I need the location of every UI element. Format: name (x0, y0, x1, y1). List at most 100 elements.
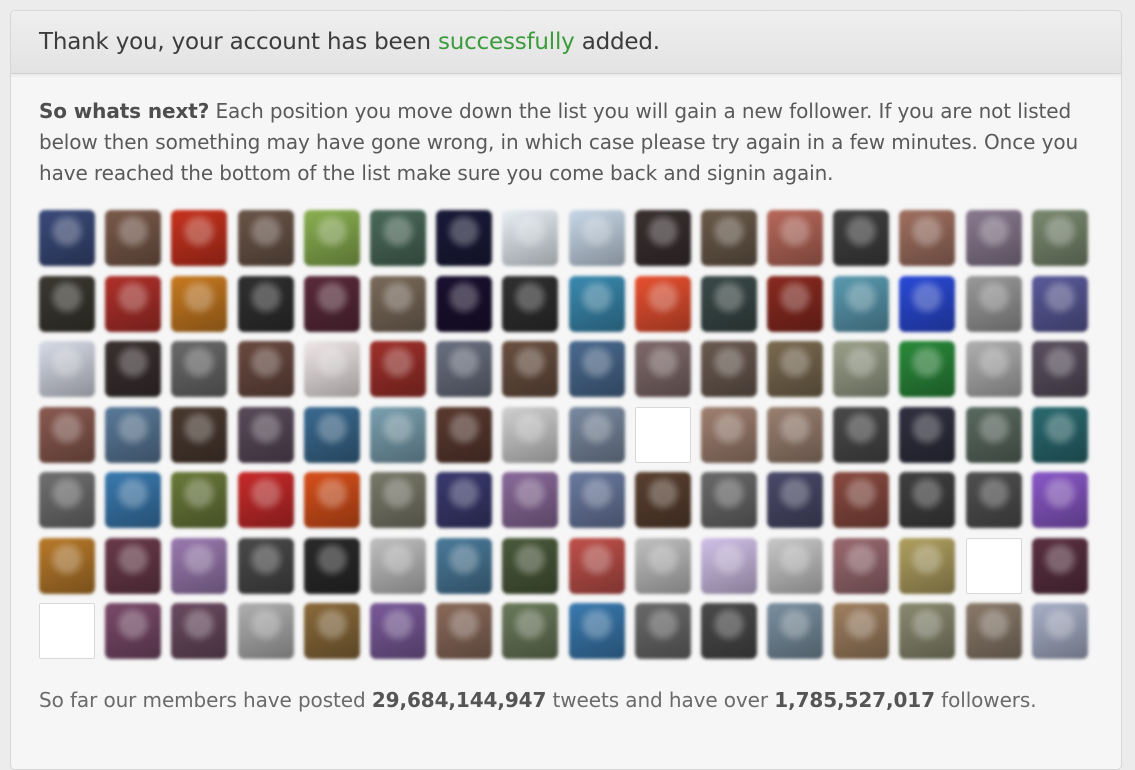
follower-avatar[interactable] (833, 210, 890, 266)
follower-avatar[interactable] (1031, 275, 1088, 332)
follower-avatar[interactable] (105, 406, 162, 463)
follower-avatar[interactable] (369, 406, 426, 463)
follower-avatar[interactable] (833, 406, 890, 463)
follower-avatar[interactable] (303, 472, 360, 528)
follower-avatar[interactable] (369, 341, 426, 397)
follower-avatar[interactable] (568, 275, 625, 332)
follower-avatar[interactable] (171, 406, 228, 463)
follower-avatar[interactable] (899, 406, 956, 463)
follower-avatar[interactable] (767, 341, 824, 397)
follower-avatar[interactable] (237, 406, 294, 463)
follower-avatar[interactable] (436, 210, 493, 266)
follower-avatar[interactable] (105, 275, 162, 332)
follower-avatar[interactable] (502, 472, 559, 528)
follower-avatar[interactable] (1031, 537, 1088, 594)
follower-avatar[interactable] (965, 472, 1022, 528)
follower-avatar[interactable] (369, 275, 426, 332)
follower-avatar[interactable] (700, 406, 757, 463)
follower-avatar[interactable] (899, 210, 956, 266)
follower-avatar[interactable] (965, 603, 1022, 659)
follower-avatar[interactable] (634, 406, 691, 463)
follower-avatar[interactable] (171, 537, 228, 594)
follower-avatar[interactable] (237, 275, 294, 332)
follower-avatar[interactable] (171, 210, 228, 266)
follower-avatar[interactable] (568, 472, 625, 528)
follower-avatar[interactable] (39, 341, 95, 397)
follower-avatar[interactable] (634, 603, 691, 659)
follower-avatar[interactable] (237, 603, 294, 659)
follower-avatar[interactable] (965, 341, 1022, 397)
follower-avatar[interactable] (1031, 341, 1088, 397)
follower-avatar[interactable] (899, 472, 956, 528)
follower-avatar[interactable] (965, 537, 1022, 594)
follower-avatar[interactable] (568, 603, 625, 659)
follower-avatar[interactable] (700, 537, 757, 594)
follower-avatar[interactable] (634, 341, 691, 397)
follower-avatar[interactable] (369, 472, 426, 528)
follower-avatar[interactable] (700, 275, 757, 332)
follower-avatar[interactable] (1031, 472, 1088, 528)
follower-avatar[interactable] (303, 275, 360, 332)
follower-avatar[interactable] (237, 341, 294, 397)
follower-avatar[interactable] (767, 537, 824, 594)
follower-avatar[interactable] (502, 275, 559, 332)
follower-avatar[interactable] (899, 603, 956, 659)
follower-avatar[interactable] (369, 210, 426, 266)
follower-avatar[interactable] (833, 341, 890, 397)
follower-avatar[interactable] (568, 210, 625, 266)
follower-avatar[interactable] (1031, 406, 1088, 463)
follower-avatar[interactable] (1031, 603, 1088, 659)
follower-avatar[interactable] (965, 406, 1022, 463)
follower-avatar[interactable] (105, 537, 162, 594)
follower-avatar[interactable] (502, 210, 559, 266)
follower-avatar[interactable] (171, 275, 228, 332)
follower-avatar[interactable] (502, 537, 559, 594)
follower-avatar[interactable] (502, 603, 559, 659)
follower-avatar[interactable] (105, 472, 162, 528)
follower-avatar[interactable] (634, 472, 691, 528)
follower-avatar[interactable] (899, 341, 956, 397)
follower-avatar[interactable] (767, 210, 824, 266)
follower-avatar[interactable] (700, 341, 757, 397)
follower-avatar[interactable] (700, 210, 757, 266)
follower-avatar[interactable] (39, 537, 95, 594)
follower-avatar[interactable] (767, 472, 824, 528)
follower-avatar[interactable] (965, 210, 1022, 266)
follower-avatar[interactable] (833, 603, 890, 659)
follower-avatar[interactable] (303, 210, 360, 266)
follower-avatar[interactable] (105, 210, 162, 266)
follower-avatar[interactable] (105, 341, 162, 397)
follower-avatar[interactable] (171, 603, 228, 659)
follower-avatar[interactable] (369, 603, 426, 659)
follower-avatar[interactable] (436, 341, 493, 397)
follower-avatar[interactable] (237, 537, 294, 594)
follower-avatar[interactable] (436, 603, 493, 659)
follower-avatar[interactable] (767, 406, 824, 463)
follower-avatar[interactable] (303, 603, 360, 659)
follower-avatar[interactable] (700, 472, 757, 528)
follower-avatar[interactable] (833, 537, 890, 594)
follower-avatar[interactable] (833, 275, 890, 332)
follower-avatar[interactable] (502, 406, 559, 463)
follower-avatar[interactable] (303, 341, 360, 397)
follower-avatar[interactable] (105, 603, 162, 659)
follower-avatar[interactable] (634, 210, 691, 266)
follower-avatar[interactable] (436, 275, 493, 332)
follower-avatar[interactable] (436, 537, 493, 594)
follower-avatar[interactable] (634, 537, 691, 594)
follower-avatar[interactable] (568, 341, 625, 397)
follower-avatar[interactable] (237, 472, 294, 528)
follower-avatar[interactable] (1031, 210, 1088, 266)
follower-avatar[interactable] (568, 406, 625, 463)
follower-avatar[interactable] (436, 472, 493, 528)
follower-avatar[interactable] (369, 537, 426, 594)
follower-avatar[interactable] (833, 472, 890, 528)
follower-avatar[interactable] (303, 537, 360, 594)
follower-avatar[interactable] (171, 472, 228, 528)
follower-avatar[interactable] (436, 406, 493, 463)
follower-avatar[interactable] (502, 341, 559, 397)
follower-avatar[interactable] (767, 275, 824, 332)
follower-avatar[interactable] (568, 537, 625, 594)
follower-avatar[interactable] (39, 472, 95, 528)
follower-avatar[interactable] (899, 275, 956, 332)
